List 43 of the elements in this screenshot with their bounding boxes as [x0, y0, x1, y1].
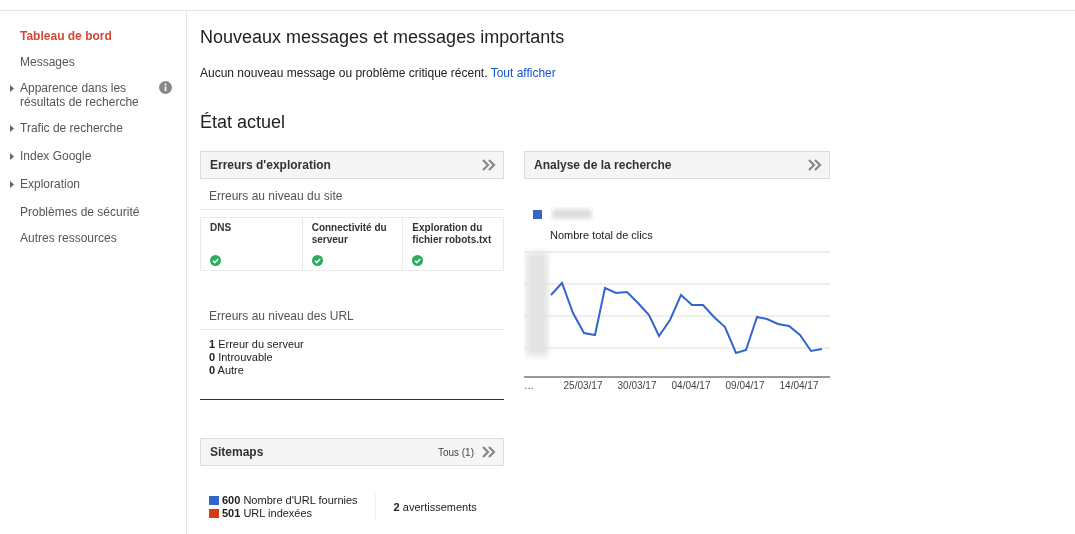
- sitemap-stat: 501 URL indexées: [209, 507, 358, 520]
- error-count: 0 Introuvable: [209, 351, 274, 364]
- error-count: 0 Autre: [209, 364, 245, 377]
- axis-label: 04/04/17: [670, 380, 712, 391]
- section-title: État actuel: [200, 112, 287, 133]
- warnings-count: 2 avertissements: [392, 501, 477, 513]
- check-label: Exploration du fichier robots.txt: [412, 222, 493, 246]
- error-count: 1 Erreur du serveur: [209, 338, 305, 351]
- double-chevron-icon[interactable]: [482, 159, 496, 171]
- expand-arrow-icon[interactable]: [10, 85, 14, 92]
- card-title: Sitemaps: [210, 445, 265, 459]
- axis-label: 09/04/17: [724, 380, 766, 391]
- axis-label: 25/03/17: [562, 380, 604, 391]
- sidebar-item[interactable]: Trafic de recherche: [0, 121, 186, 137]
- check-label: Connectivité du serveur: [311, 222, 388, 246]
- check-label: DNS: [210, 222, 233, 234]
- blurred-value-drawing: [550, 207, 594, 221]
- sidebar-item[interactable]: Exploration: [0, 177, 186, 193]
- info-icon[interactable]: [159, 81, 172, 94]
- all-sitemaps-link[interactable]: Tous (1): [437, 446, 474, 458]
- sidebar-item[interactable]: Autres ressources: [0, 231, 186, 245]
- section-title: Nouveaux messages et messages importants: [200, 27, 566, 48]
- sidebar-item[interactable]: Index Google: [0, 149, 186, 165]
- subsection-heading: Erreurs au niveau du site: [200, 179, 504, 210]
- view-all-link[interactable]: Tout afficher: [490, 66, 556, 80]
- double-chevron-icon[interactable]: [482, 446, 496, 458]
- sitemap-stat: 600 Nombre d'URL fournies: [209, 494, 358, 507]
- card-title: Erreurs d'exploration: [210, 158, 332, 172]
- subsection-heading: Erreurs au niveau des URL: [200, 299, 504, 330]
- legend-label: Nombre total de clics: [549, 229, 654, 241]
- sidebar-item[interactable]: Messages: [0, 55, 186, 69]
- sidebar-item[interactable]: Apparence dans les résultats de recherche: [0, 81, 186, 109]
- expand-arrow-icon[interactable]: [10, 153, 14, 160]
- messages-text: Aucun nouveau message ou problème critique récent. Tout afficher: [200, 66, 557, 80]
- axis-label: …: [524, 380, 535, 391]
- sidebar-item[interactable]: Tableau de bord: [0, 29, 186, 43]
- sidebar-item[interactable]: Problèmes de sécurité: [0, 205, 186, 219]
- axis-label: 14/04/17: [778, 380, 820, 391]
- expand-arrow-icon[interactable]: [10, 181, 14, 188]
- expand-arrow-icon[interactable]: [10, 125, 14, 132]
- double-chevron-icon[interactable]: [808, 159, 822, 171]
- card-title: Analyse de la recherche: [534, 158, 673, 172]
- axis-label: 30/03/17: [616, 380, 658, 391]
